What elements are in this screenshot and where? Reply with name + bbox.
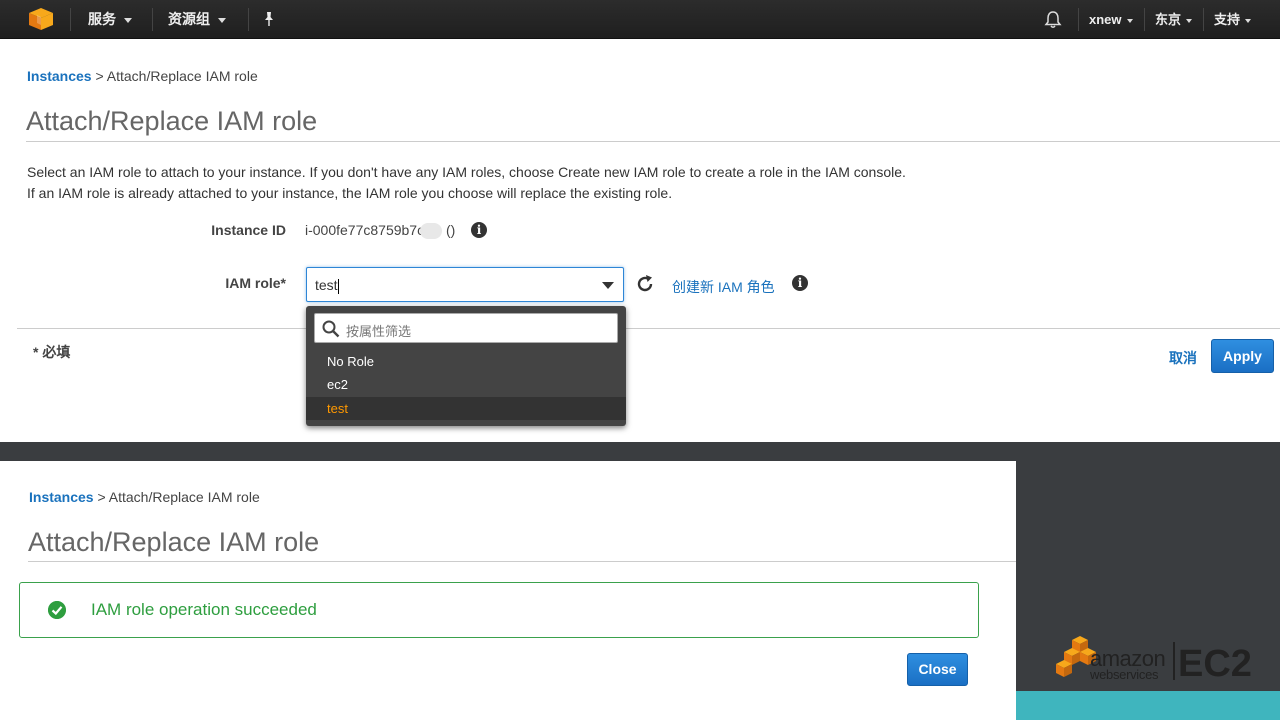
instance-id-text: i-000fe77c8759b7c xyxy=(305,222,425,238)
filter-input[interactable]: 按属性筛选 xyxy=(314,313,618,343)
instance-id-value: i-000fe77c8759b7c () xyxy=(305,222,456,240)
nav-divider xyxy=(248,8,249,31)
nav-divider xyxy=(1078,8,1079,31)
form-divider xyxy=(17,328,1280,329)
redacted-mark xyxy=(420,223,443,240)
title-divider xyxy=(28,561,1016,562)
breadcrumb-instances-link[interactable]: Instances xyxy=(27,68,92,84)
ec2-wordmark: EC2 xyxy=(1178,643,1252,684)
nav-divider xyxy=(1203,8,1204,31)
success-message: IAM role operation succeeded xyxy=(91,600,317,619)
chevron-down-icon xyxy=(124,17,132,23)
chevron-down-icon xyxy=(218,17,226,23)
user-menu[interactable]: xnew xyxy=(1089,0,1133,39)
resource-groups-label: 资源组 xyxy=(168,11,210,27)
region-label: 东京 xyxy=(1155,12,1182,27)
bell-icon[interactable] xyxy=(1044,10,1062,29)
close-button[interactable]: Close xyxy=(907,653,968,686)
create-role-info-icon[interactable]: i xyxy=(792,275,808,291)
chevron-down-icon xyxy=(1245,18,1252,23)
apply-button[interactable]: Apply xyxy=(1211,339,1274,373)
iam-role-select[interactable]: test xyxy=(306,267,624,302)
support-label: 支持 xyxy=(1214,12,1241,27)
logo-divider xyxy=(1173,642,1175,680)
services-label: 服务 xyxy=(88,11,116,27)
success-alert: IAM role operation succeeded xyxy=(19,582,979,638)
top-navigation-bar: 服务 资源组 xnew 东京 支持 xyxy=(0,0,1280,39)
breadcrumb-current: > Attach/Replace IAM role xyxy=(93,489,260,505)
instance-id-info-icon[interactable]: i xyxy=(471,222,487,238)
iam-role-dropdown: 按属性筛选 No Role ec2 test xyxy=(306,306,626,426)
attach-role-panel: Instances > Attach/Replace IAM role Atta… xyxy=(0,40,1280,442)
chevron-down-icon xyxy=(1126,18,1133,23)
username-label: xnew xyxy=(1089,12,1122,27)
region-menu[interactable]: 东京 xyxy=(1155,0,1193,39)
iam-role-label: IAM role* xyxy=(225,275,286,291)
instance-id-label: Instance ID xyxy=(211,222,286,238)
nav-divider xyxy=(152,8,153,31)
services-menu[interactable]: 服务 xyxy=(88,0,132,39)
nav-divider xyxy=(70,8,71,31)
decorative-strip xyxy=(1016,691,1280,720)
breadcrumb-instances-link[interactable]: Instances xyxy=(29,489,94,505)
breadcrumb: Instances > Attach/Replace IAM role xyxy=(29,489,260,505)
caret-down-icon[interactable] xyxy=(602,282,614,289)
title-divider xyxy=(26,141,1280,142)
search-icon xyxy=(322,320,340,338)
result-panel: Instances > Attach/Replace IAM role Atta… xyxy=(0,461,1016,720)
refresh-icon[interactable] xyxy=(634,273,656,295)
cancel-button[interactable]: 取消 xyxy=(1169,348,1197,368)
dropdown-option-ec2[interactable]: ec2 xyxy=(306,373,626,396)
text-cursor xyxy=(337,278,339,294)
dropdown-option-test[interactable]: test xyxy=(306,397,626,420)
pin-icon[interactable] xyxy=(262,11,276,27)
instance-name-parens: () xyxy=(442,222,456,238)
description-line-1: Select an IAM role to attach to your ins… xyxy=(27,164,906,180)
nav-divider xyxy=(1144,8,1145,31)
filter-placeholder: 按属性筛选 xyxy=(346,324,412,339)
resource-groups-menu[interactable]: 资源组 xyxy=(168,0,226,39)
webservices-wordmark: webservices xyxy=(1089,667,1159,682)
required-note: * 必填 xyxy=(33,344,71,360)
breadcrumb-current: > Attach/Replace IAM role xyxy=(91,68,258,84)
create-iam-role-link[interactable]: 创建新 IAM 角色 xyxy=(672,277,775,297)
chevron-down-icon xyxy=(1186,18,1193,23)
breadcrumb: Instances > Attach/Replace IAM role xyxy=(27,68,258,84)
iam-role-select-value: test xyxy=(315,277,339,294)
aws-ec2-logo: amazon webservices EC2 xyxy=(1056,636,1252,684)
page-title: Attach/Replace IAM role xyxy=(26,106,318,136)
check-circle-icon xyxy=(48,601,66,619)
dropdown-option-no-role[interactable]: No Role xyxy=(306,350,626,373)
support-menu[interactable]: 支持 xyxy=(1214,0,1252,39)
description-line-2: If an IAM role is already attached to yo… xyxy=(27,185,673,201)
page-title: Attach/Replace IAM role xyxy=(28,527,320,557)
aws-cube-logo-icon[interactable] xyxy=(28,7,54,31)
iam-role-value-text: test xyxy=(315,277,338,293)
